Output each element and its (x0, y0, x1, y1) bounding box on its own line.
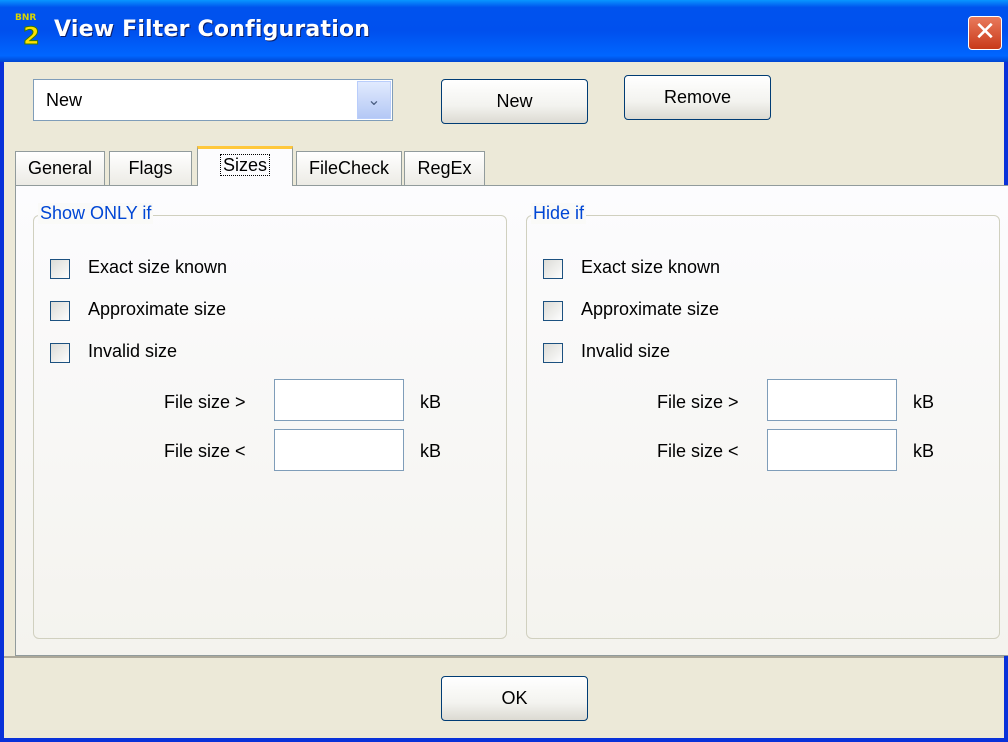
hide-exact-size-checkbox[interactable] (543, 259, 563, 279)
tab-sizes-label: Sizes (219, 154, 270, 176)
show-file-size-less-label: File size < (164, 441, 246, 461)
tab-regex-label: RegEx (417, 158, 472, 178)
dropdown-button[interactable]: ⌄ (357, 81, 391, 119)
show-exact-size-checkbox[interactable] (50, 259, 70, 279)
hide-file-size-greater-input[interactable] (767, 379, 897, 421)
show-only-if-group: Show ONLY if Exact size known Approximat… (33, 203, 507, 639)
hide-invalid-size-label: Invalid size (581, 341, 671, 361)
show-only-if-title: Show ONLY if (38, 203, 154, 224)
show-file-size-greater-label: File size > (164, 392, 246, 412)
svg-text:2: 2 (23, 22, 40, 50)
filter-select[interactable]: New ⌄ (33, 79, 393, 121)
hide-file-size-less-unit: kB (913, 441, 935, 461)
hide-invalid-size-checkbox[interactable] (543, 343, 563, 363)
hide-if-group: Hide if Exact size known Approximate siz… (526, 203, 1000, 639)
bnr2-app-icon: BNR 2 (14, 10, 44, 51)
tab-regex[interactable]: RegEx (404, 151, 485, 185)
tab-filecheck-label: FileCheck (308, 158, 390, 178)
new-button[interactable]: New (441, 79, 588, 124)
hide-file-size-less-label: File size < (657, 441, 739, 461)
show-approximate-size-label: Approximate size (88, 299, 227, 319)
sizes-tab-panel: Show ONLY if Exact size known Approximat… (15, 185, 1008, 656)
hide-file-size-greater-unit: kB (913, 392, 935, 412)
tab-general[interactable]: General (15, 151, 105, 185)
remove-button[interactable]: Remove (624, 75, 771, 120)
close-button[interactable]: ✕ (968, 16, 1002, 50)
hide-exact-size-label: Exact size known (581, 257, 721, 277)
ok-button[interactable]: OK (441, 676, 588, 721)
hide-approximate-size-checkbox[interactable] (543, 301, 563, 321)
show-exact-size-label: Exact size known (88, 257, 228, 277)
filter-select-value: New (46, 90, 83, 110)
close-icon: ✕ (974, 17, 996, 47)
tab-flags[interactable]: Flags (109, 151, 192, 185)
footer-divider (4, 656, 1004, 658)
tab-filecheck[interactable]: FileCheck (296, 151, 402, 185)
show-file-size-less-input[interactable] (274, 429, 404, 471)
tab-sizes[interactable]: Sizes (197, 146, 293, 186)
hide-file-size-less-input[interactable] (767, 429, 897, 471)
tab-general-label: General (27, 158, 93, 178)
view-filter-dialog: BNR 2 View Filter Configuration ✕ New ⌄ … (0, 0, 1008, 742)
chevron-down-icon: ⌄ (367, 92, 381, 109)
show-file-size-less-unit: kB (420, 441, 442, 461)
hide-approximate-size-label: Approximate size (581, 299, 720, 319)
hide-if-title: Hide if (531, 203, 587, 224)
tab-flags-label: Flags (128, 158, 173, 178)
show-file-size-greater-input[interactable] (274, 379, 404, 421)
show-invalid-size-checkbox[interactable] (50, 343, 70, 363)
window-title: View Filter Configuration (54, 17, 371, 42)
show-approximate-size-checkbox[interactable] (50, 301, 70, 321)
show-invalid-size-label: Invalid size (88, 341, 178, 361)
title-bar[interactable]: BNR 2 View Filter Configuration ✕ (0, 0, 1008, 62)
show-file-size-greater-unit: kB (420, 392, 442, 412)
hide-file-size-greater-label: File size > (657, 392, 739, 412)
